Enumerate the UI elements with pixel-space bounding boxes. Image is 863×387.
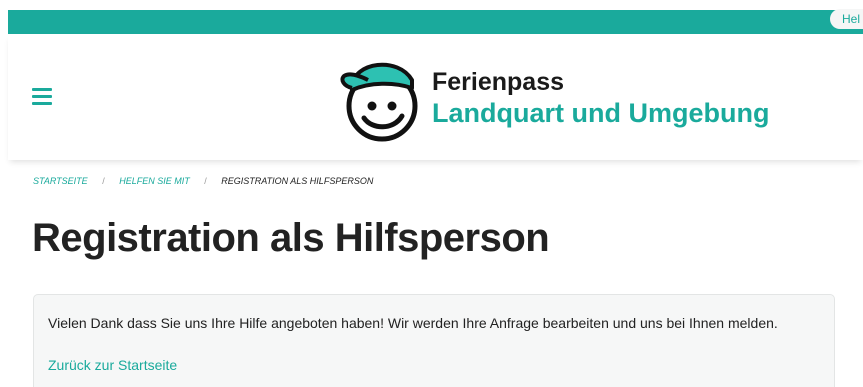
help-button[interactable]: Hel: [830, 9, 863, 29]
notice-message: Vielen Dank dass Sie uns Ihre Hilfe ange…: [48, 315, 778, 331]
site-header: Ferienpass Landquart und Umgebung: [8, 34, 863, 160]
breadcrumb-home[interactable]: STARTSEITE: [33, 176, 88, 186]
brand-name[interactable]: Ferienpass: [432, 68, 564, 97]
success-notice: Vielen Dank dass Sie uns Ihre Hilfe ange…: [33, 294, 835, 387]
breadcrumb-separator: /: [204, 176, 207, 186]
brand-subtitle[interactable]: Landquart und Umgebung: [432, 98, 769, 129]
smiley-cap-logo[interactable]: [336, 50, 422, 144]
page-title: Registration als Hilfsperson: [32, 216, 550, 260]
back-to-home-link[interactable]: Zurück zur Startseite: [48, 357, 177, 373]
breadcrumb: STARTSEITE / HELFEN SIE MIT / REGISTRATI…: [33, 176, 373, 186]
hamburger-icon[interactable]: [32, 88, 52, 106]
breadcrumb-separator: /: [102, 176, 105, 186]
breadcrumb-help[interactable]: HELFEN SIE MIT: [119, 176, 190, 186]
breadcrumb-current: REGISTRATION ALS HILFSPERSON: [221, 176, 374, 186]
top-bar: [8, 10, 863, 34]
